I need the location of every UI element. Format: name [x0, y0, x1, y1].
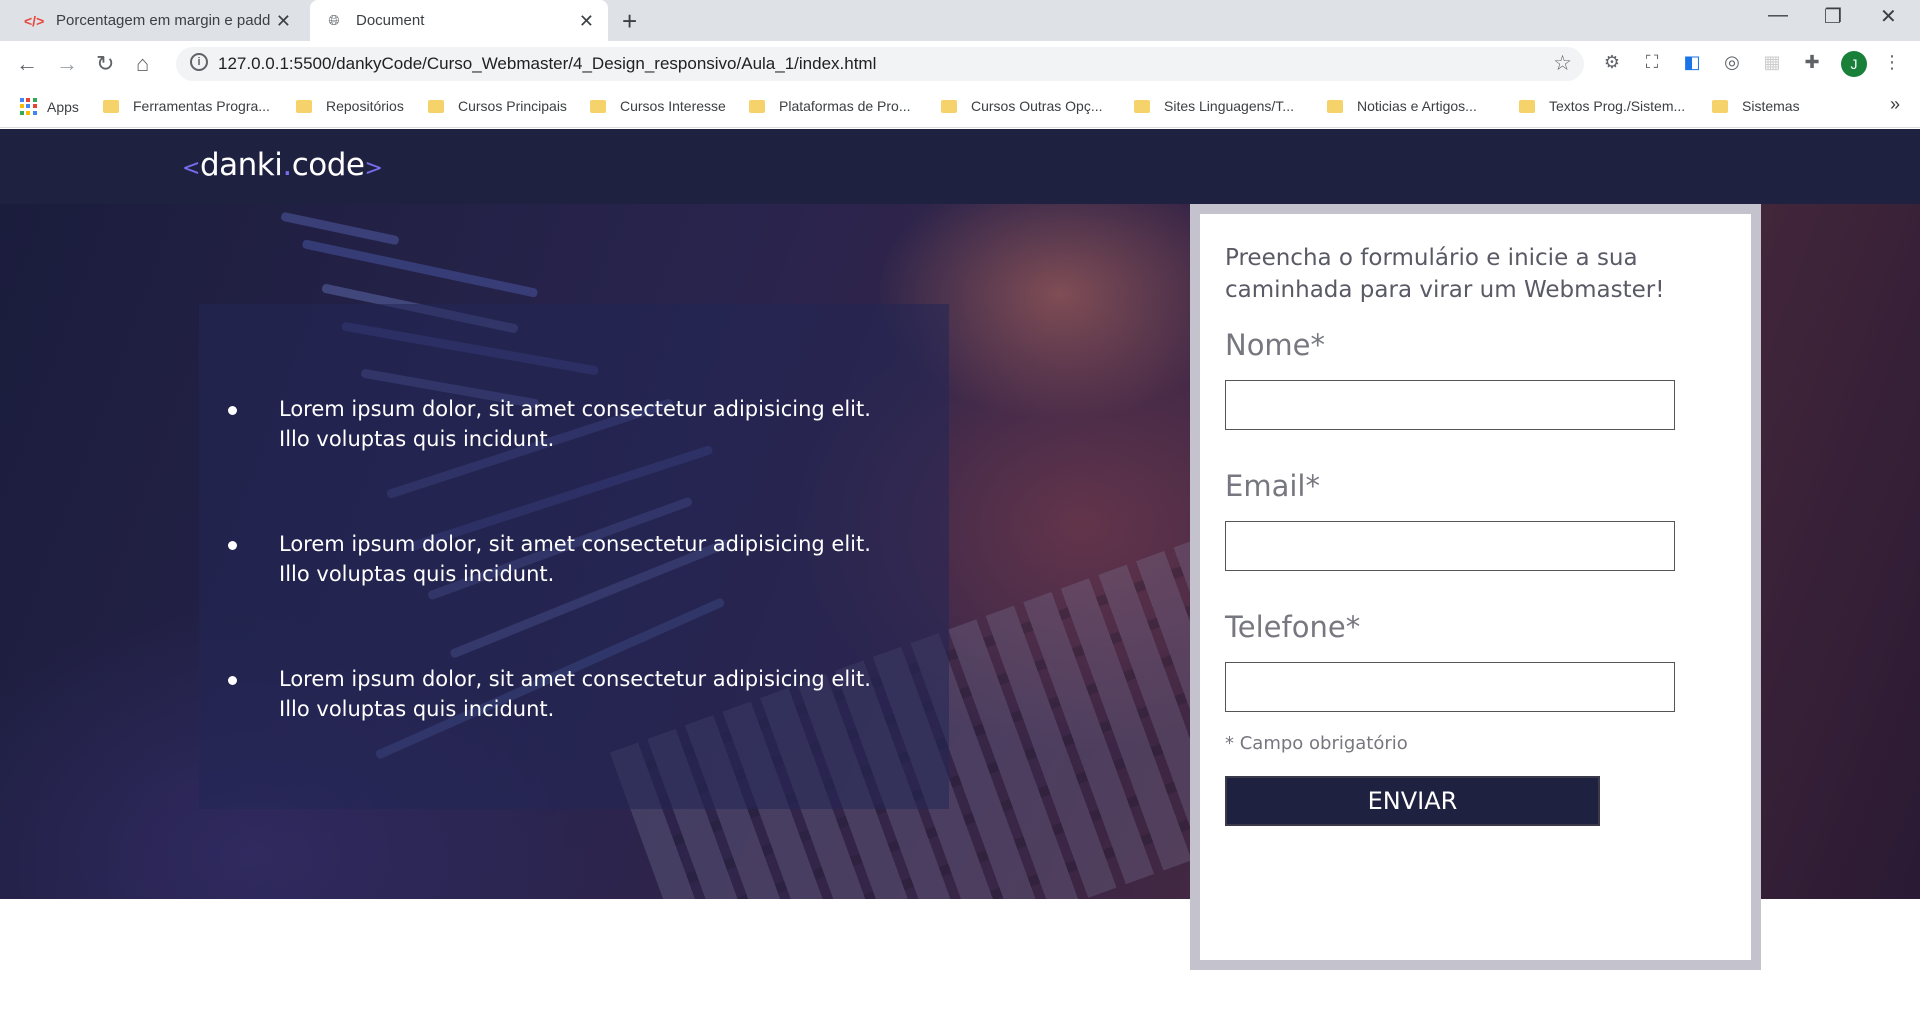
bookmarks-overflow-button[interactable]: »: [1890, 94, 1900, 115]
apps-grid-icon: [20, 98, 37, 115]
globe-icon: 🌐︎: [328, 12, 340, 28]
url-text[interactable]: 127.0.0.1:5500/dankyCode/Curso_Webmaster…: [218, 54, 876, 74]
folder-icon: [1327, 99, 1343, 113]
folder-icon: [941, 99, 957, 113]
tab-document[interactable]: 🌐︎ Document ✕: [310, 0, 608, 41]
extension-gear-icon[interactable]: ⚙: [1600, 52, 1624, 76]
bookmark-folder[interactable]: Repositórios: [296, 98, 404, 114]
bookmark-folder[interactable]: Sites Linguagens/T...: [1134, 98, 1294, 114]
extension-blue-icon[interactable]: ◧: [1680, 52, 1704, 76]
forward-icon[interactable]: →: [56, 51, 78, 77]
benefits-box: Lorem ipsum dolor, sit amet consectetur …: [199, 304, 949, 809]
reload-icon[interactable]: ↻: [96, 51, 114, 77]
web-page: <danki.code> Lorem ipsum dolor, sit amet…: [0, 129, 1920, 1030]
code-icon: </>: [24, 12, 45, 29]
form-title: Preencha o formulário e inicie a sua cam…: [1225, 245, 1665, 303]
bookmark-folder[interactable]: Plataformas de Pro...: [749, 98, 911, 114]
address-bar[interactable]: i 127.0.0.1:5500/dankyCode/Curso_Webmast…: [176, 47, 1584, 81]
back-icon[interactable]: ←: [16, 51, 38, 77]
danki-code-logo[interactable]: <danki.code>: [182, 147, 383, 183]
tab-bar: </> Porcentagem em margin e padding ✕ 🌐︎…: [0, 0, 1920, 41]
bookmark-folder[interactable]: Sistemas: [1712, 98, 1800, 114]
name-label: Nome*: [1225, 328, 1326, 362]
info-icon[interactable]: i: [190, 53, 208, 71]
folder-icon: [428, 99, 444, 113]
folder-icon: [1134, 99, 1150, 113]
name-input[interactable]: [1225, 380, 1675, 430]
extension-circle-icon[interactable]: ◎: [1720, 52, 1744, 76]
signup-form-container: Preencha o formulário e inicie a sua cam…: [1190, 204, 1761, 970]
minimize-icon[interactable]: —: [1768, 4, 1788, 27]
screenshot-extension-icon[interactable]: ⛶: [1640, 52, 1664, 76]
list-item: Lorem ipsum dolor, sit amet consectetur …: [228, 529, 899, 589]
email-label: Email*: [1225, 469, 1320, 503]
folder-icon: [1712, 99, 1728, 113]
bookmark-star-icon[interactable]: ☆: [1553, 51, 1572, 76]
list-item: Lorem ipsum dolor, sit amet consectetur …: [228, 394, 899, 454]
phone-label: Telefone*: [1225, 610, 1361, 644]
bookmark-folder[interactable]: Cursos Principais: [428, 98, 567, 114]
folder-icon: [103, 99, 119, 113]
tab-porcentagem[interactable]: </> Porcentagem em margin e padding ✕: [10, 0, 305, 41]
tab-title: Document: [356, 12, 425, 29]
bookmark-folder[interactable]: Ferramentas Progra...: [103, 98, 270, 114]
menu-dots-icon[interactable]: ⋮: [1880, 52, 1904, 76]
folder-icon: [1519, 99, 1535, 113]
profile-avatar[interactable]: J: [1841, 51, 1867, 77]
bookmark-folder[interactable]: Textos Prog./Sistem...: [1519, 98, 1685, 114]
email-input[interactable]: [1225, 521, 1675, 571]
site-header: <danki.code>: [0, 129, 1920, 204]
close-window-icon[interactable]: ✕: [1880, 4, 1897, 29]
phone-input[interactable]: [1225, 662, 1675, 712]
tab-title: Porcentagem em margin e padding: [56, 12, 271, 29]
bookmarks-bar: Apps Ferramentas Progra... Repositórios …: [0, 86, 1920, 128]
folder-icon: [590, 99, 606, 113]
close-icon[interactable]: ✕: [579, 11, 594, 32]
new-tab-button[interactable]: +: [622, 6, 637, 37]
required-note: * Campo obrigatório: [1225, 733, 1408, 754]
signup-form: Preencha o formulário e inicie a sua cam…: [1200, 214, 1751, 960]
folder-icon: [296, 99, 312, 113]
bookmark-apps[interactable]: Apps: [20, 98, 79, 115]
close-icon[interactable]: ✕: [276, 11, 291, 32]
extension-grid-icon[interactable]: ▦: [1760, 52, 1784, 76]
submit-button[interactable]: ENVIAR: [1225, 776, 1600, 826]
restore-icon[interactable]: ❐: [1824, 4, 1842, 29]
home-icon[interactable]: ⌂: [136, 51, 149, 77]
bookmark-folder[interactable]: Noticias e Artigos...: [1327, 98, 1477, 114]
extensions-puzzle-icon[interactable]: ✚: [1800, 52, 1824, 76]
list-item: Lorem ipsum dolor, sit amet consectetur …: [228, 664, 899, 724]
bookmark-folder[interactable]: Cursos Interesse: [590, 98, 726, 114]
bookmark-folder[interactable]: Cursos Outras Opç...: [941, 98, 1102, 114]
browser-toolbar: ← → ↻ ⌂ i 127.0.0.1:5500/dankyCode/Curso…: [0, 41, 1920, 86]
folder-icon: [749, 99, 765, 113]
benefits-list: Lorem ipsum dolor, sit amet consectetur …: [228, 394, 899, 799]
